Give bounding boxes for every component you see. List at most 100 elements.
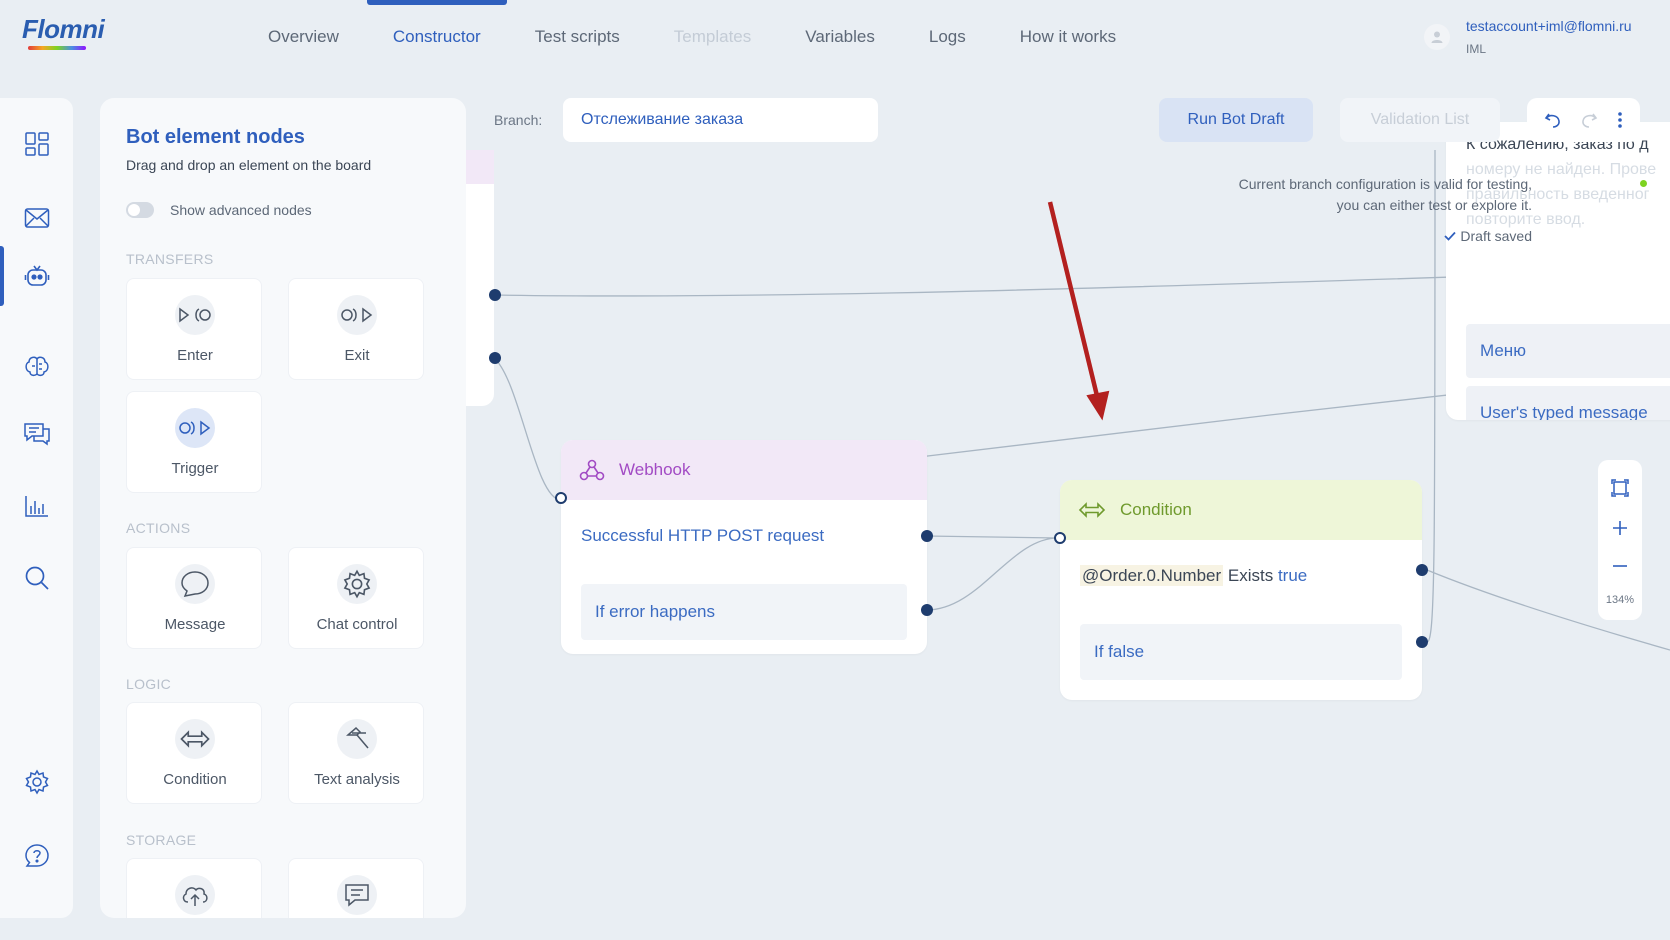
check-icon <box>1444 231 1457 241</box>
fit-view-button[interactable] <box>1598 470 1642 506</box>
palette-node-trigger[interactable]: Trigger <box>126 391 262 493</box>
palette-node-label: Chat control <box>316 616 398 633</box>
undo-button[interactable] <box>1544 111 1562 129</box>
annotation-arrow <box>1047 201 1101 401</box>
input-port[interactable] <box>1054 532 1066 544</box>
condition-icon <box>175 719 215 759</box>
webhook-error-row[interactable]: If error happens <box>581 584 907 640</box>
minus-icon <box>1613 565 1627 567</box>
section-transfers: TRANSFERS <box>126 251 214 267</box>
rail-analytics[interactable] <box>0 476 73 536</box>
output-port[interactable] <box>1416 564 1428 576</box>
rail-settings[interactable] <box>0 752 73 812</box>
rail-chat[interactable] <box>0 404 73 464</box>
undo-icon <box>1544 113 1560 128</box>
analytics-icon <box>24 496 48 517</box>
condition-node-header[interactable]: Condition <box>1060 480 1422 540</box>
rail-search[interactable] <box>0 548 73 608</box>
nav-logs[interactable]: Logs <box>929 0 966 74</box>
avatar[interactable] <box>1424 24 1450 50</box>
palette-node-label: Text analysis <box>314 771 400 788</box>
palette-node-enter[interactable]: Enter <box>126 278 262 380</box>
zoom-in-button[interactable] <box>1598 510 1642 546</box>
nav-overview[interactable]: Overview <box>268 0 339 74</box>
palette-node-chat-control[interactable]: Chat control <box>288 547 424 649</box>
rail-dashboard[interactable] <box>0 114 73 174</box>
palette-node-storage-message[interactable] <box>288 858 424 918</box>
redo-button[interactable] <box>1580 111 1598 129</box>
palette-node-text-analysis[interactable]: Text analysis <box>288 702 424 804</box>
zoom-out-button[interactable] <box>1598 548 1642 584</box>
palette-node-condition[interactable]: Condition <box>126 702 262 804</box>
nav-test-scripts[interactable]: Test scripts <box>535 0 620 74</box>
message-button-typed[interactable]: User's typed message <box>1466 386 1670 420</box>
redo-icon <box>1582 113 1598 128</box>
message-node[interactable]: К сожалению, заказ по д номеру не найден… <box>1446 122 1670 420</box>
account-org: IML <box>1466 42 1487 56</box>
connection-line <box>925 535 1059 539</box>
palette-node-label: Trigger <box>171 460 219 477</box>
branch-selector[interactable]: Отслеживание заказа <box>563 98 878 142</box>
section-logic: LOGIC <box>126 676 172 692</box>
message-button-menu[interactable]: Меню <box>1466 324 1670 378</box>
section-actions: ACTIONS <box>126 520 191 536</box>
webhook-success-row[interactable]: Successful HTTP POST request <box>581 526 824 546</box>
condition-icon <box>1078 502 1106 518</box>
palette-node-message[interactable]: Message <box>126 547 262 649</box>
logo-text: Flomni <box>22 14 105 44</box>
bot-icon <box>24 265 49 286</box>
more-vertical-icon <box>1618 112 1622 128</box>
webhook-node[interactable]: Webhook Successful HTTP POST request If … <box>561 440 927 654</box>
connection-line <box>493 357 562 501</box>
run-bot-draft-button[interactable]: Run Bot Draft <box>1159 98 1313 142</box>
input-port[interactable] <box>555 492 567 504</box>
webhook-node-header[interactable]: Webhook <box>561 440 927 500</box>
output-port[interactable] <box>489 352 501 364</box>
advanced-nodes-toggle[interactable] <box>126 202 154 218</box>
rail-bot[interactable] <box>0 246 73 306</box>
advanced-nodes-label: Show advanced nodes <box>170 202 312 218</box>
palette-node-storage-upload[interactable] <box>126 858 262 918</box>
connection-line <box>925 537 1059 611</box>
nav-constructor[interactable]: Constructor <box>366 0 507 74</box>
chat-icon <box>23 423 50 446</box>
palette-subtitle: Drag and drop an element on the board <box>126 157 372 173</box>
validation-status-line2: you can either test or explore it. <box>1336 197 1532 213</box>
message-button-label: Меню <box>1480 341 1526 360</box>
gear-icon <box>337 564 377 604</box>
more-menu-button[interactable] <box>1617 111 1623 129</box>
condition-node[interactable]: Condition @Order.0.Number Exists true If… <box>1060 480 1422 700</box>
palette-node-label: Exit <box>344 347 370 364</box>
output-port[interactable] <box>1416 636 1428 648</box>
status-ok-dot <box>1640 180 1647 187</box>
logo[interactable]: Flomni <box>22 14 105 58</box>
rail-brain[interactable] <box>0 336 73 396</box>
condition-else-label: If false <box>1094 642 1145 661</box>
condition-variable: @Order.0.Number <box>1080 565 1224 586</box>
draft-saved-status: Draft saved <box>1444 228 1532 244</box>
rail-help[interactable] <box>0 826 73 886</box>
output-port[interactable] <box>921 604 933 616</box>
webhook-icon <box>579 459 605 481</box>
fit-screen-icon <box>1611 479 1629 497</box>
output-port[interactable] <box>921 530 933 542</box>
annotation-arrowhead <box>1086 390 1110 421</box>
output-port[interactable] <box>489 289 501 301</box>
help-icon <box>24 844 49 867</box>
palette-node-label: Condition <box>163 771 227 788</box>
node-palette: Bot element nodes Drag and drop an eleme… <box>100 98 466 918</box>
palette-node-exit[interactable]: Exit <box>288 278 424 380</box>
nav-how-it-works[interactable]: How it works <box>1020 0 1116 74</box>
enter-icon <box>175 295 215 335</box>
condition-value: true <box>1277 566 1308 585</box>
mail-icon <box>24 208 49 228</box>
rail-mail[interactable] <box>0 188 73 248</box>
validation-list-button: Validation List <box>1340 98 1500 142</box>
dashboard-icon <box>24 132 49 156</box>
condition-rule[interactable]: @Order.0.Number Exists true <box>1080 565 1308 586</box>
condition-else-row[interactable]: If false <box>1080 624 1402 680</box>
account-email[interactable]: testaccount+iml@flomni.ru <box>1466 18 1632 34</box>
zoom-level: 134% <box>1605 594 1635 606</box>
cloud-upload-icon <box>175 875 215 915</box>
nav-variables[interactable]: Variables <box>805 0 875 74</box>
